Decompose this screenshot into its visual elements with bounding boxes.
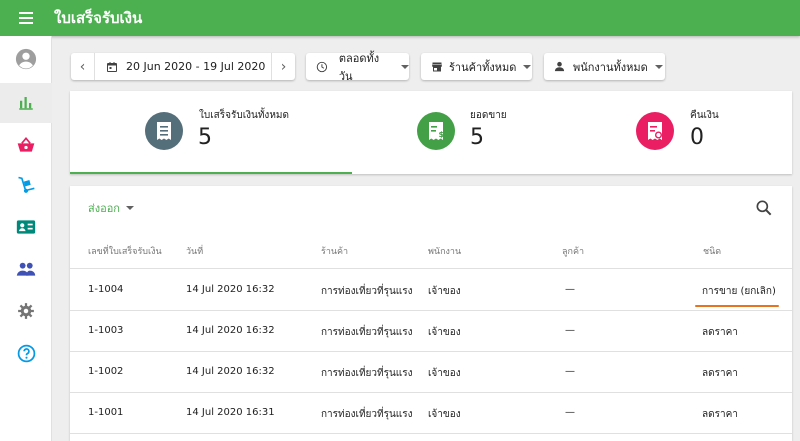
column-header-store[interactable]: ร้านค้า xyxy=(321,244,348,258)
column-header-date[interactable]: วันที่ xyxy=(186,244,203,258)
time-filter-dropdown[interactable]: ตลอดทั้งวัน xyxy=(306,52,409,83)
sidebar xyxy=(0,36,52,441)
date-range-button[interactable]: 20 Jun 2020 - 19 Jul 2020 xyxy=(95,53,271,80)
chevron-down-icon xyxy=(523,64,532,69)
cell-receipt-no: 1-1001 xyxy=(88,407,124,418)
cell-store: การท่องเที่ยวที่รุนแรง xyxy=(321,327,413,338)
cell-customer: — xyxy=(565,366,575,377)
store-filter-dropdown[interactable]: ร้านค้าทั้งหมด xyxy=(421,53,532,80)
hand-truck-icon xyxy=(18,176,35,193)
table-header: เลขที่ใบเสร็จรับเงิน วันที่ ร้านค้า พนัก… xyxy=(70,231,792,269)
search-icon[interactable] xyxy=(754,198,774,218)
page-title: ใบเสร็จรับเงิน xyxy=(54,9,143,27)
cell-customer: — xyxy=(565,407,575,418)
cell-employee: เจ้าของ xyxy=(428,368,461,379)
sidebar-item-items[interactable] xyxy=(0,125,52,165)
date-range-picker: ‹ 20 Jun 2020 - 19 Jul 2020 › xyxy=(71,53,295,80)
prev-period-button[interactable]: ‹ xyxy=(71,53,95,80)
account-circle-icon xyxy=(15,48,37,70)
sidebar-item-inventory[interactable] xyxy=(0,165,52,205)
cell-customer: — xyxy=(565,284,575,295)
cell-store: การท่องเที่ยวที่รุนแรง xyxy=(321,409,413,420)
receipts-table-card: ส่งออก เลขที่ใบเสร็จรับเงิน วันที่ ร้านค… xyxy=(70,186,792,441)
cell-store: การท่องเที่ยวที่รุนแรง xyxy=(321,286,413,297)
gear-icon xyxy=(18,303,34,319)
chevron-down-icon xyxy=(125,206,134,210)
summary-card: ใบเสร็จรับเงินทั้งหมด 5 $ ยอดขาย 5 คืนเง… xyxy=(70,91,792,174)
summary-value: 5 xyxy=(470,125,484,150)
receipt-icon xyxy=(145,112,183,150)
receipt-refund-icon xyxy=(636,112,674,150)
date-range-label: 20 Jun 2020 - 19 Jul 2020 xyxy=(126,60,266,73)
table-row[interactable]: 1-1003 14 Jul 2020 16:32 การท่องเที่ยวที… xyxy=(70,311,792,352)
cell-date: 14 Jul 2020 16:32 xyxy=(186,325,275,336)
cell-receipt-no: 1-1003 xyxy=(88,325,124,336)
cell-customer: — xyxy=(565,325,575,336)
summary-tab-receipts[interactable]: ใบเสร็จรับเงินทั้งหมด 5 xyxy=(70,91,352,174)
cell-date: 14 Jul 2020 16:32 xyxy=(186,366,275,377)
summary-label: ยอดขาย xyxy=(470,110,507,121)
cell-date: 14 Jul 2020 16:32 xyxy=(186,284,275,295)
column-header-receipt-no[interactable]: เลขที่ใบเสร็จรับเงิน xyxy=(88,244,162,258)
summary-value: 0 xyxy=(690,125,704,150)
menu-icon[interactable] xyxy=(6,0,46,36)
sidebar-item-settings[interactable] xyxy=(0,291,52,331)
sidebar-item-reports[interactable] xyxy=(0,83,52,123)
summary-label: ใบเสร็จรับเงินทั้งหมด xyxy=(199,110,289,121)
receipt-dollar-icon: $ xyxy=(417,112,455,150)
store-icon xyxy=(432,62,442,71)
cell-receipt-no: 1-1002 xyxy=(88,366,124,377)
chevron-down-icon xyxy=(401,64,409,69)
cell-type: ลดราคา xyxy=(702,409,738,420)
summary-tab-sales[interactable]: $ ยอดขาย 5 xyxy=(352,91,572,174)
next-period-button[interactable]: › xyxy=(271,53,295,80)
summary-value: 5 xyxy=(198,125,212,150)
export-label: ส่งออก xyxy=(88,202,120,215)
cell-employee: เจ้าของ xyxy=(428,286,461,297)
clock-icon xyxy=(316,61,328,72)
svg-text:$: $ xyxy=(439,130,445,139)
table-row[interactable]: 1-1001 14 Jul 2020 16:31 การท่องเที่ยวที… xyxy=(70,393,792,434)
summary-tab-refunds[interactable]: คืนเงิน 0 xyxy=(572,91,792,174)
calendar-icon xyxy=(107,61,117,72)
employee-filter-dropdown[interactable]: พนักงานทั้งหมด xyxy=(544,53,665,80)
cell-type: การขาย (ยกเลิก) xyxy=(702,286,776,297)
time-filter-label: ตลอดทั้งวัน xyxy=(338,51,380,83)
table-row[interactable]: 1-1004 14 Jul 2020 16:32 การท่องเที่ยวที… xyxy=(70,270,792,311)
cell-type: ลดราคา xyxy=(702,327,738,338)
sidebar-item-help[interactable] xyxy=(0,333,52,373)
highlight-underline xyxy=(695,305,779,307)
sidebar-item-employees[interactable] xyxy=(0,207,52,247)
sidebar-item-customers[interactable] xyxy=(0,249,52,289)
help-circle-icon xyxy=(17,344,35,362)
summary-label: คืนเงิน xyxy=(690,110,719,121)
cell-receipt-no: 1-1004 xyxy=(88,284,124,295)
store-filter-label: ร้านค้าทั้งหมด xyxy=(449,60,517,74)
table-row[interactable]: 1-1002 14 Jul 2020 16:32 การท่องเที่ยวที… xyxy=(70,352,792,393)
export-button[interactable]: ส่งออก xyxy=(88,200,134,216)
cell-date: 14 Jul 2020 16:31 xyxy=(186,407,275,418)
chevron-down-icon xyxy=(654,64,663,69)
id-card-icon xyxy=(16,220,36,234)
column-header-customer[interactable]: ลูกค้า xyxy=(562,244,584,258)
cell-employee: เจ้าของ xyxy=(428,327,461,338)
bar-chart-icon xyxy=(19,97,33,110)
sidebar-item-account[interactable] xyxy=(0,39,52,79)
employee-filter-label: พนักงานทั้งหมด xyxy=(573,60,648,74)
cell-employee: เจ้าของ xyxy=(428,409,461,420)
person-icon xyxy=(554,61,565,72)
column-header-employee[interactable]: พนักงาน xyxy=(428,244,461,258)
basket-icon xyxy=(17,137,35,152)
column-header-type[interactable]: ชนิด xyxy=(703,244,721,258)
people-icon xyxy=(16,262,36,276)
app-bar: ใบเสร็จรับเงิน xyxy=(0,0,800,36)
active-tab-indicator xyxy=(70,172,352,174)
cell-store: การท่องเที่ยวที่รุนแรง xyxy=(321,368,413,379)
cell-type: ลดราคา xyxy=(702,368,738,379)
